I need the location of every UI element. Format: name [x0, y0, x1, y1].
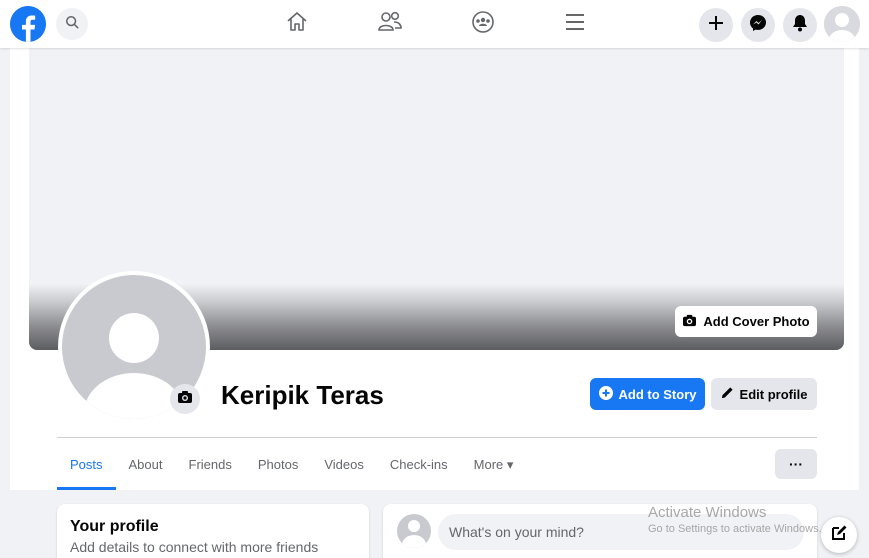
new-message-button[interactable]	[821, 517, 857, 553]
profile-name: Keripik Teras	[221, 380, 384, 410]
tab-about[interactable]: About	[116, 448, 176, 490]
tab-posts[interactable]: Posts	[57, 448, 116, 490]
tab-photos[interactable]: Photos	[245, 448, 311, 490]
friends-icon	[377, 10, 403, 39]
add-to-story-label: Add to Story	[618, 386, 697, 402]
tab-friends[interactable]: Friends	[176, 448, 245, 490]
groups-icon	[471, 10, 495, 39]
add-cover-photo-button[interactable]: Add Cover Photo	[675, 306, 817, 337]
plus-icon	[708, 15, 724, 36]
add-to-story-button[interactable]: Add to Story	[590, 378, 705, 410]
home-tab[interactable]	[283, 10, 311, 38]
tab-more[interactable]: More ▾	[461, 448, 527, 490]
your-profile-title: Your profile	[70, 518, 159, 535]
profile-tabs: Posts About Friends Photos Videos Check-…	[57, 448, 526, 490]
tab-check-ins[interactable]: Check-ins	[377, 448, 461, 490]
compose-icon	[830, 524, 848, 547]
whats-on-your-mind-input[interactable]: What's on your mind?	[438, 514, 804, 550]
friends-tab[interactable]	[376, 10, 404, 38]
menu-icon	[564, 12, 586, 37]
post-composer: What's on your mind?	[383, 504, 817, 558]
more-dots-icon: ···	[789, 456, 803, 472]
pencil-icon	[721, 386, 734, 402]
menu-tab[interactable]	[561, 10, 589, 38]
top-navbar	[0, 0, 869, 48]
edit-profile-button[interactable]: Edit profile	[711, 378, 817, 410]
camera-icon	[682, 314, 697, 330]
tab-videos[interactable]: Videos	[311, 448, 377, 490]
messenger-button[interactable]	[741, 8, 775, 42]
update-profile-picture-button[interactable]	[170, 384, 200, 414]
account-avatar[interactable]	[824, 6, 860, 42]
add-cover-photo-label: Add Cover Photo	[703, 314, 810, 329]
search-button[interactable]	[56, 8, 88, 40]
composer-avatar	[397, 514, 431, 548]
header-divider	[57, 437, 817, 438]
notifications-button[interactable]	[783, 8, 817, 42]
camera-icon	[177, 390, 193, 409]
your-profile-subtitle: Add details to connect with more friends	[70, 539, 319, 555]
facebook-logo-icon[interactable]	[10, 6, 46, 42]
groups-tab[interactable]	[469, 10, 497, 38]
plus-circle-icon	[598, 385, 613, 403]
search-icon	[65, 15, 79, 34]
create-button[interactable]	[699, 8, 733, 42]
your-profile-card: Your profile Add details to connect with…	[57, 504, 369, 558]
messenger-icon	[749, 14, 767, 37]
home-icon	[285, 10, 309, 39]
bell-icon	[792, 14, 808, 37]
more-options-button[interactable]: ···	[775, 449, 817, 479]
edit-profile-label: Edit profile	[739, 386, 808, 402]
